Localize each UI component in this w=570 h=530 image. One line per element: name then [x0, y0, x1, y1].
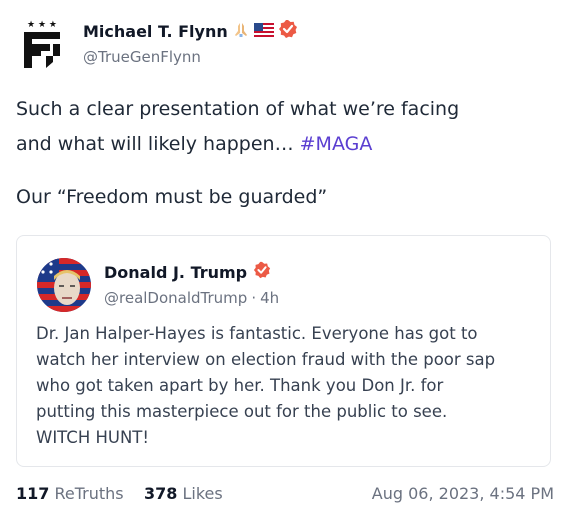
post-text-segment: and what will likely happen…	[16, 133, 300, 155]
author-avatar-logo[interactable]: ★ ★ ★	[20, 18, 64, 70]
retruths-label: ReTruths	[54, 484, 124, 503]
quoted-author-avatar[interactable]	[37, 258, 91, 312]
quoted-text-line: who got taken apart by her. Thank you Do…	[36, 376, 444, 395]
post-footer: 117 ReTruths 378 Likes Aug 06, 2023, 4:5…	[16, 484, 554, 508]
hashtag-link[interactable]: #MAGA	[300, 133, 373, 155]
quoted-author-name-row: Donald J. Trump	[104, 261, 271, 283]
post-text-line: Such a clear presentation of what we’re …	[16, 98, 460, 120]
quoted-post-time[interactable]: 4h	[260, 289, 279, 307]
quoted-author-meta: @realDonaldTrump · 4h	[104, 289, 279, 307]
us-flag-icon	[253, 22, 274, 41]
quoted-author-handle[interactable]: @realDonaldTrump	[104, 289, 247, 307]
quoted-text-line: putting this masterpiece out for the pub…	[36, 402, 448, 421]
likes-label: Likes	[182, 484, 223, 503]
post-text-line: and what will likely happen… #MAGA	[16, 127, 546, 162]
quoted-text-line: watch her interview on election fraud wi…	[36, 350, 496, 369]
quoted-text-line: Dr. Jan Halper-Hayes is fantastic. Every…	[36, 324, 478, 343]
post-body: Such a clear presentation of what we’re …	[16, 92, 546, 215]
retruths-stat[interactable]: 117 ReTruths	[16, 484, 124, 503]
svg-text:★ ★ ★: ★ ★ ★	[27, 20, 57, 30]
quoted-post-card[interactable]: Donald J. Trump @realDonaldTrump · 4h Dr…	[16, 235, 551, 467]
retruths-count: 117	[16, 484, 50, 503]
post-timestamp[interactable]: Aug 06, 2023, 4:54 PM	[372, 484, 554, 503]
post-text-paragraph: Our “Freedom must be guarded”	[16, 186, 328, 208]
verified-badge-icon	[278, 19, 298, 43]
verified-badge-icon	[253, 261, 271, 283]
quoted-post-text: Dr. Jan Halper-Hayes is fantastic. Every…	[36, 321, 536, 451]
meta-separator: ·	[251, 289, 257, 307]
author-handle[interactable]: @TrueGenFlynn	[83, 48, 201, 66]
quoted-text-line: WITCH HUNT!	[36, 428, 149, 447]
quoted-author-name[interactable]: Donald J. Trump	[104, 263, 247, 282]
likes-stat[interactable]: 378 Likes	[144, 484, 223, 503]
author-name[interactable]: Michael T. Flynn	[83, 22, 228, 41]
praying-hands-icon	[232, 20, 250, 42]
truth-post: ★ ★ ★ Michael T. Flynn @TrueGenFlynn Suc…	[0, 0, 570, 530]
likes-count: 378	[144, 484, 178, 503]
author-name-row: Michael T. Flynn	[83, 20, 298, 42]
